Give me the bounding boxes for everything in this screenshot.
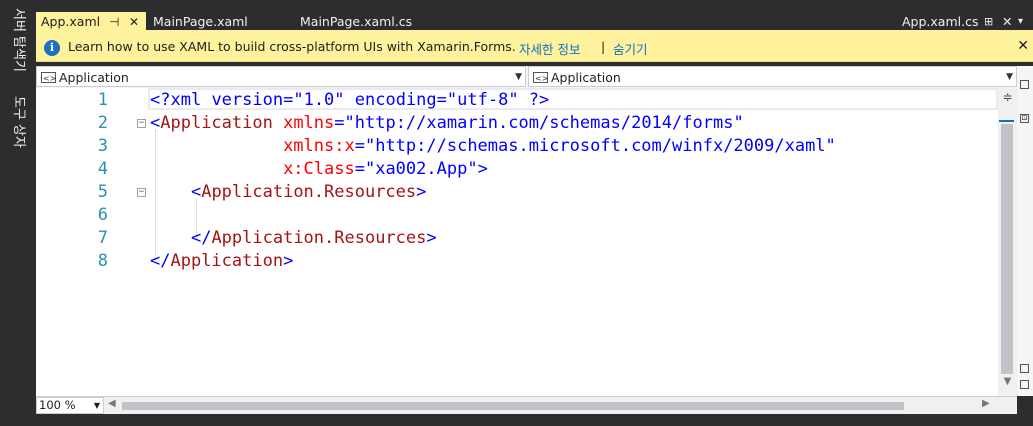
xml-element-icon <box>533 68 548 89</box>
pin-icon[interactable]: ⊣ <box>109 12 119 32</box>
right-edge-strip: ⊡ <box>1017 66 1033 396</box>
code-line-3: xmlns:x="http://schemas.microsoft.com/wi… <box>283 136 836 156</box>
window-icon[interactable] <box>1020 80 1029 89</box>
code-line-4: x:Class="xa002.App"> <box>283 159 488 179</box>
toolbox-tab[interactable]: 도구 상자 <box>8 96 28 148</box>
vertical-scrollbar[interactable]: ≑ ▼ <box>998 88 1017 396</box>
scrollbar-thumb[interactable] <box>1001 124 1013 374</box>
horizontal-scrollbar-thumb[interactable] <box>122 402 904 410</box>
split-window-icon[interactable]: ≑ <box>998 90 1017 104</box>
info-bar: i Learn how to use XAML to build cross-p… <box>36 34 1033 62</box>
left-tool-strip: 서버 탐색기 도구 상자 <box>0 0 36 426</box>
zoom-dropdown[interactable]: 100 % ▼ <box>36 397 104 414</box>
hide-link[interactable]: 숨기기 <box>613 39 648 58</box>
scroll-right-icon[interactable]: ▶ <box>982 398 990 409</box>
navigation-bar: Application ▼ Application ▼ <box>36 66 1017 89</box>
editor-bottom-bar: 100 % ▼ ◀ ▶ <box>36 396 1017 415</box>
line-number: 5 <box>97 182 108 202</box>
xml-element-icon <box>41 68 56 89</box>
info-separator: | <box>601 39 606 54</box>
split-indicator <box>999 120 1014 122</box>
bottom-strip <box>36 414 1033 426</box>
code-line-7: </Application.Resources> <box>190 228 437 248</box>
code-editor[interactable]: 1 2 3 4 5 6 7 8 − − <?xml version="1.0" … <box>36 88 998 396</box>
line-number: 3 <box>97 136 108 156</box>
server-explorer-tab[interactable]: 서버 탐색기 <box>8 8 28 72</box>
collapse-icon[interactable]: − <box>137 188 146 197</box>
chevron-down-icon: ▼ <box>93 401 100 410</box>
line-number: 4 <box>97 159 108 179</box>
line-number: 2 <box>97 113 108 133</box>
line-number: 1 <box>97 90 108 110</box>
info-icon: i <box>44 40 60 56</box>
type-dropdown[interactable]: Application ▼ <box>36 66 526 89</box>
scroll-down-icon[interactable]: ▼ <box>998 376 1017 387</box>
code-line-5: <Application.Resources> <box>190 182 427 202</box>
member-dropdown-value: Application <box>551 70 621 85</box>
zoom-value: 100 % <box>39 398 76 412</box>
tab-label: App.xaml <box>41 14 101 29</box>
line-number-gutter: 1 2 3 4 5 6 7 8 <box>36 88 108 396</box>
code-line-2: <Application xmlns="http://xamarin.com/s… <box>150 113 744 133</box>
chevron-down-icon: ▼ <box>1006 72 1013 82</box>
info-message: Learn how to use XAML to build cross-pla… <box>68 39 516 54</box>
close-icon[interactable]: ✕ <box>129 12 139 32</box>
split-vertical-icon[interactable] <box>1020 380 1029 389</box>
chevron-down-icon: ▼ <box>515 72 522 82</box>
info-close-icon[interactable]: ✕ <box>1017 38 1029 54</box>
code-line-1: <?xml version="1.0" encoding="utf-8" ?> <box>150 90 550 110</box>
split-horizontal-icon[interactable] <box>1020 364 1029 373</box>
member-dropdown[interactable]: Application ▼ <box>528 66 1017 89</box>
scroll-left-icon[interactable]: ◀ <box>108 398 116 409</box>
type-dropdown-value: Application <box>59 70 129 85</box>
code-line-8: </Application> <box>150 251 294 271</box>
line-number: 7 <box>97 228 108 248</box>
line-number: 8 <box>97 251 108 271</box>
collapse-icon[interactable]: − <box>137 119 146 128</box>
learn-more-link[interactable]: 자세한 정보 <box>519 39 580 58</box>
line-number: 6 <box>97 205 108 225</box>
collapse-pane-icon[interactable]: ⊡ <box>1020 114 1029 123</box>
